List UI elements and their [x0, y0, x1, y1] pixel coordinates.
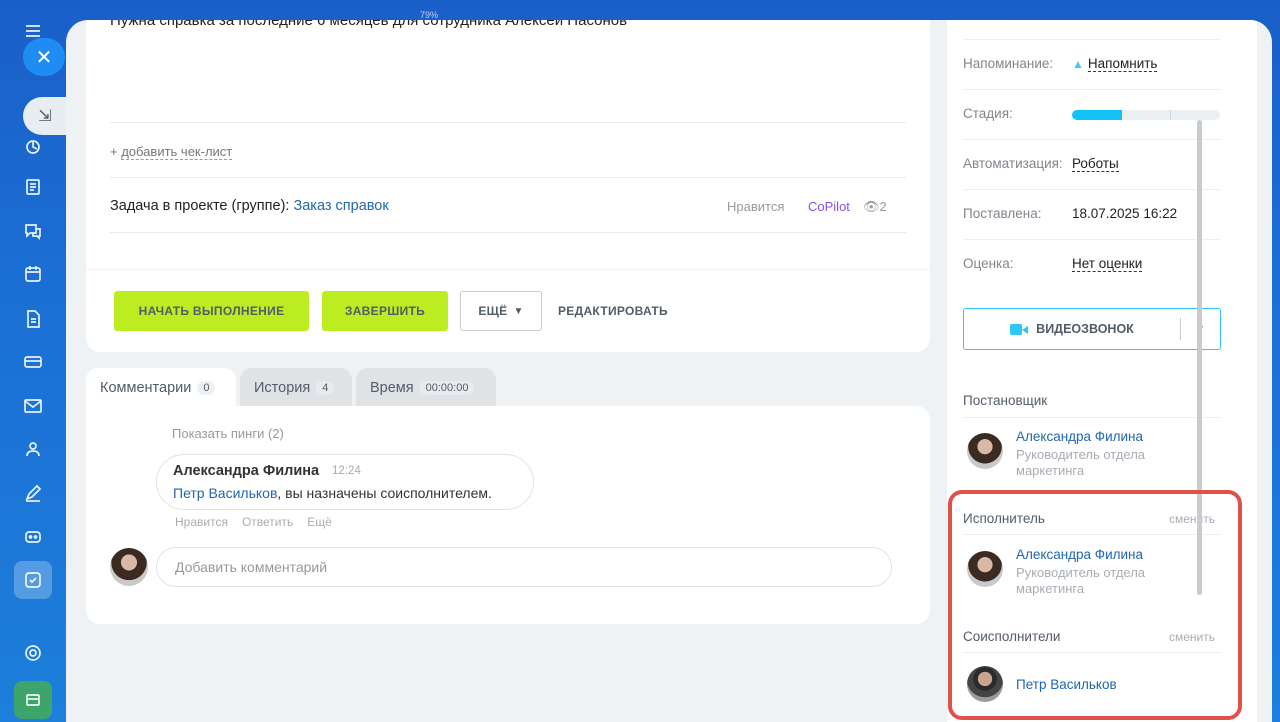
- store-icon[interactable]: [14, 681, 52, 719]
- comment-time: 12:24: [332, 465, 361, 477]
- divider: [110, 177, 906, 178]
- copilot-link[interactable]: CoPilot: [808, 199, 850, 214]
- mention-link[interactable]: Петр Васильков: [173, 485, 277, 501]
- tab-count: 00:00:00: [419, 381, 475, 395]
- like-link[interactable]: Нравится: [727, 199, 784, 214]
- comment-input[interactable]: Добавить комментарий: [156, 547, 892, 587]
- contacts-icon[interactable]: [14, 430, 52, 468]
- automation-row: Автоматизация: Роботы: [963, 140, 1221, 190]
- video-camera-icon: [1010, 323, 1028, 335]
- comments-section: Показать пинги (2) Александра Филина 12:…: [86, 406, 930, 624]
- tab-count: 0: [197, 381, 216, 395]
- eye-icon: 👁: [863, 199, 880, 214]
- divider: [86, 269, 930, 270]
- tasks-icon[interactable]: [14, 561, 52, 599]
- close-icon: ✕: [35, 46, 53, 69]
- creator-title: Постановщик: [963, 393, 1048, 408]
- comment-more-link[interactable]: Ещё: [307, 515, 332, 529]
- created-date: 18.07.2025 16:22: [1072, 206, 1178, 221]
- rating-row: Оценка: Нет оценки: [963, 256, 1143, 272]
- creator-avatar[interactable]: [967, 433, 1003, 469]
- comment-reply-link[interactable]: Ответить: [242, 515, 293, 529]
- creator-name[interactable]: Александра Филина: [1016, 429, 1143, 444]
- finish-task-button[interactable]: ЗАВЕРШИТЬ: [322, 291, 448, 331]
- comment-actions: Нравится Ответить Ещё: [175, 515, 332, 529]
- reminder-link[interactable]: ▲ Напомнить: [1072, 56, 1158, 72]
- tab-comments[interactable]: Комментарии 0: [86, 368, 236, 408]
- copilot-icon[interactable]: [14, 517, 52, 555]
- more-button[interactable]: ЕЩЁ ▼: [460, 291, 542, 331]
- divider: [110, 232, 906, 233]
- views-counter: 👁2: [863, 199, 887, 214]
- tab-count: 4: [316, 381, 335, 395]
- video-call-button[interactable]: ВИДЕОЗВОНОК ▼: [963, 308, 1221, 350]
- task-card: Нужна справка за последние 6 месяцев для…: [86, 20, 930, 352]
- rating-link[interactable]: Нет оценки: [1072, 256, 1143, 272]
- comment-author[interactable]: Александра Филина: [173, 463, 319, 479]
- divider: [963, 417, 1221, 418]
- chat-icon[interactable]: [14, 212, 52, 250]
- stage-progress-fill: [1072, 110, 1123, 120]
- settings-icon[interactable]: [14, 634, 52, 672]
- divider: [110, 122, 906, 123]
- mail-icon[interactable]: [14, 387, 52, 425]
- comment-text: Петр Васильков, вы назначены соисполните…: [173, 485, 492, 501]
- tab-time[interactable]: Время 00:00:00: [356, 368, 496, 408]
- crm-icon[interactable]: [14, 343, 52, 381]
- edit-button[interactable]: РЕДАКТИРОВАТЬ: [555, 291, 671, 331]
- calendar-icon[interactable]: [14, 255, 52, 293]
- minimize-slider-button[interactable]: ⇲: [23, 97, 67, 135]
- tab-history[interactable]: История 4: [240, 368, 352, 408]
- created-row: Поставлена: 18.07.2025 16:22: [963, 190, 1221, 240]
- add-checklist-link[interactable]: + добавить чек-лист: [110, 144, 233, 160]
- comment-like-link[interactable]: Нравится: [175, 515, 228, 529]
- project-label: Задача в проекте (группе):: [110, 198, 290, 214]
- chevron-down-icon: ▼: [513, 305, 524, 317]
- minimize-icon: ⇲: [38, 108, 52, 125]
- robots-link[interactable]: Роботы: [1072, 156, 1119, 172]
- comment-bubble: Александра Филина 12:24 Петр Васильков, …: [156, 454, 534, 510]
- creator-role: Руководитель отдела маркетинга: [1016, 447, 1146, 478]
- project-info: Задача в проекте (группе): Заказ справок: [110, 198, 389, 214]
- task-description: Нужна справка за последние 6 месяцев для…: [110, 20, 628, 29]
- bell-icon: ▲: [1072, 57, 1084, 71]
- zoom-level: 79%: [420, 10, 439, 20]
- news-icon[interactable]: [14, 168, 52, 206]
- stage-divider: [1170, 110, 1171, 120]
- close-slider-button[interactable]: ✕: [23, 38, 65, 76]
- reminder-row: Напоминание: ▲ Напомнить: [963, 40, 1221, 90]
- highlight-frame: [948, 490, 1242, 720]
- document-icon[interactable]: [14, 300, 52, 338]
- sign-icon[interactable]: [14, 474, 52, 512]
- show-pings-link[interactable]: Показать пинги (2): [172, 426, 284, 441]
- current-user-avatar: [110, 548, 148, 586]
- project-link[interactable]: Заказ справок: [293, 198, 388, 214]
- start-task-button[interactable]: НАЧАТЬ ВЫПОЛНЕНИЕ: [114, 291, 309, 331]
- stage-row: Стадия:: [963, 90, 1221, 140]
- stage-progress-bar[interactable]: [1072, 110, 1220, 120]
